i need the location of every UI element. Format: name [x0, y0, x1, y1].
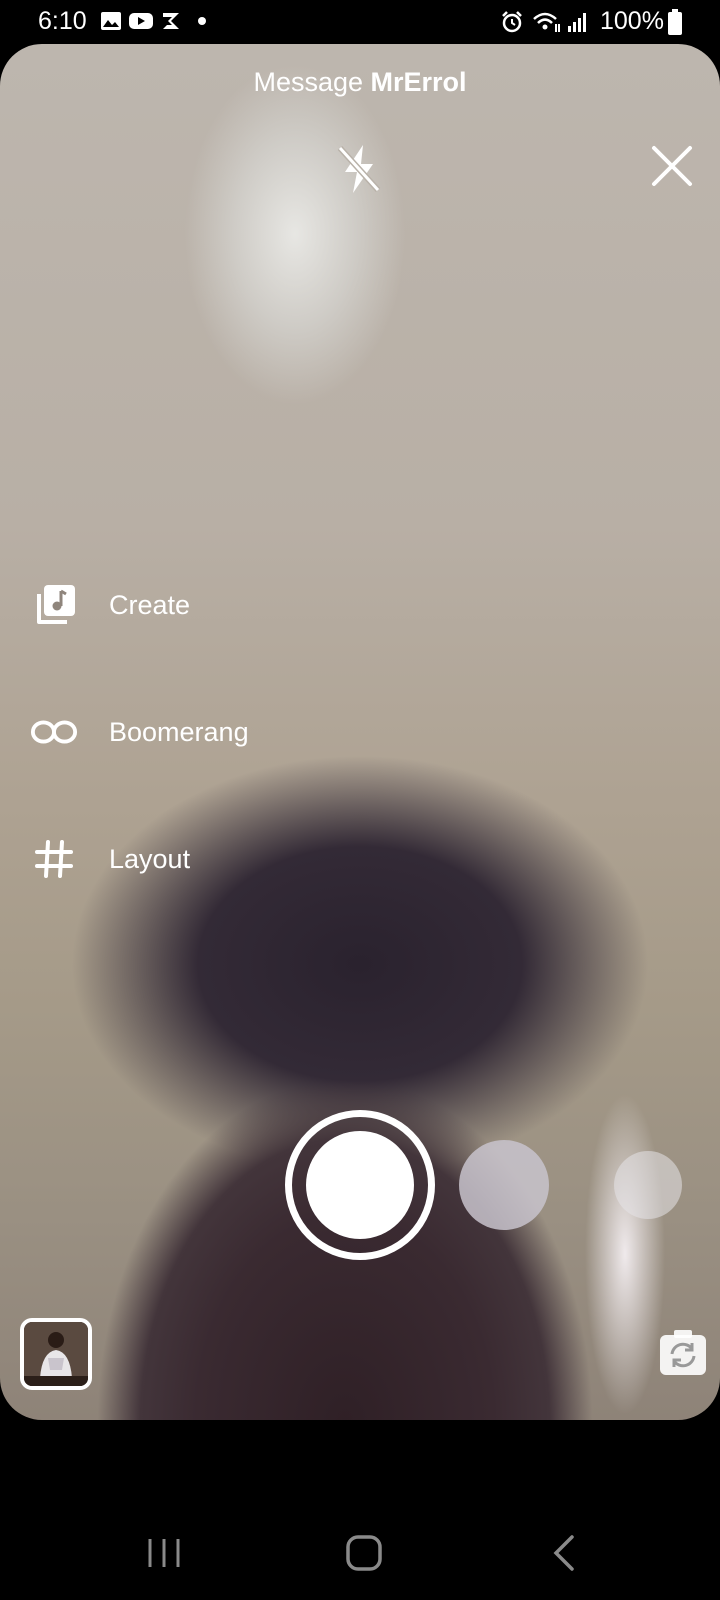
s-app-icon [163, 13, 179, 29]
gallery-icon [101, 12, 121, 30]
title-prefix: Message [253, 67, 371, 97]
side-item-layout[interactable]: Layout [30, 834, 190, 884]
side-item-label: Create [109, 589, 191, 620]
light-glare [585, 1094, 665, 1420]
status-time: 6:10 [38, 7, 87, 35]
infinity-icon [30, 708, 78, 756]
gallery-thumbnail[interactable] [20, 1318, 92, 1390]
shutter-button-inner[interactable] [306, 1131, 414, 1239]
side-item-label: Boomerang [109, 716, 249, 747]
status-bar: 6:10 100% [0, 0, 720, 44]
dot-icon [198, 17, 206, 25]
grid-icon [30, 835, 78, 883]
create-icon [30, 581, 78, 629]
recipient-name: MrErrol [370, 67, 467, 97]
close-icon[interactable] [650, 144, 694, 188]
flip-camera-icon[interactable] [658, 1327, 708, 1379]
message-recipient-title: Message MrErrol [0, 67, 720, 98]
flash-off-icon[interactable] [336, 142, 382, 196]
thumbnail-person-image [24, 1322, 88, 1386]
alarm-icon [502, 11, 522, 33]
back-icon[interactable] [546, 1533, 586, 1573]
wifi-icon [533, 12, 560, 32]
effect-option[interactable] [614, 1151, 682, 1219]
side-item-label: Layout [109, 843, 191, 874]
home-icon[interactable] [344, 1533, 384, 1573]
battery-percentage: 100% [600, 7, 664, 35]
recent-apps-icon[interactable] [144, 1533, 184, 1573]
side-item-create[interactable]: Create [30, 580, 190, 630]
battery-icon [668, 9, 682, 35]
effect-option[interactable] [459, 1140, 549, 1230]
youtube-icon [129, 13, 153, 29]
side-item-boomerang[interactable]: Boomerang [30, 707, 249, 757]
navigation-bar [0, 1420, 720, 1600]
signal-icon [568, 13, 586, 32]
